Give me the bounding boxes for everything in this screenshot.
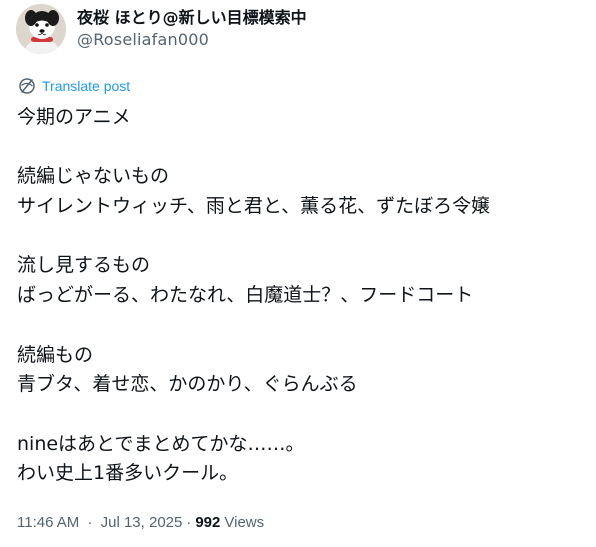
post-time: 11:46 AM [17,514,80,531]
meta-separator: · [87,514,93,531]
avatar[interactable] [16,4,66,54]
tweet-line: 青ブタ、着せ恋、かのかり、ぐらんぶる [17,373,358,396]
tweet-text: 今期のアニメ 続編じゃないもの サイレントウィッチ、雨と君と、薫る花、ずたぼろ令… [17,103,577,489]
tweet-line: 流し見するもの [17,254,151,277]
meta-separator: · [186,514,192,531]
tweet-line: わい史上1番多いクール。 [17,462,239,485]
dog-avatar-icon [16,4,66,54]
post-date: Jul 13, 2025 [100,514,183,531]
tweet-line: 今期のアニメ [17,106,131,128]
tweet-line: 続編もの [17,343,94,366]
display-name[interactable]: 夜桜 ほとり@新しい目標模索中 [77,8,307,28]
views-count: 992 [195,514,221,531]
tweet-line: nineはあとでまとめてかな……。 [17,432,305,455]
translate-post-link[interactable]: Translate post [18,77,130,95]
post-time-link[interactable]: 11:46 AM · Jul 13, 2025 [17,514,182,531]
tweet-line [17,311,577,341]
views-label: Views [224,514,265,531]
tweet-header: 夜桜 ほとり@新しい目標模索中 @Roseliafan000 [16,4,307,54]
tweet-line [17,400,577,430]
tweet-line: サイレントウィッチ、雨と君と、薫る花、ずたぼろ令嬢 [17,195,491,218]
tweet-line: ばっどがーる、わたなれ、白魔道士？、フードコート [17,284,474,307]
translate-globe-icon [18,77,36,95]
tweet-line: 続編じゃないもの [17,165,170,188]
tweet-meta: 11:46 AM · Jul 13, 2025 · 992 Views [17,514,264,531]
user-info: 夜桜 ほとり@新しい目標模索中 @Roseliafan000 [77,8,307,50]
translate-label: Translate post [42,78,131,94]
tweet-line [17,133,577,163]
user-handle[interactable]: @Roseliafan000 [77,30,307,50]
tweet-line [17,222,577,252]
tweet: 夜桜 ほとり@新しい目標模索中 @Roseliafan000 Translate… [0,0,596,547]
